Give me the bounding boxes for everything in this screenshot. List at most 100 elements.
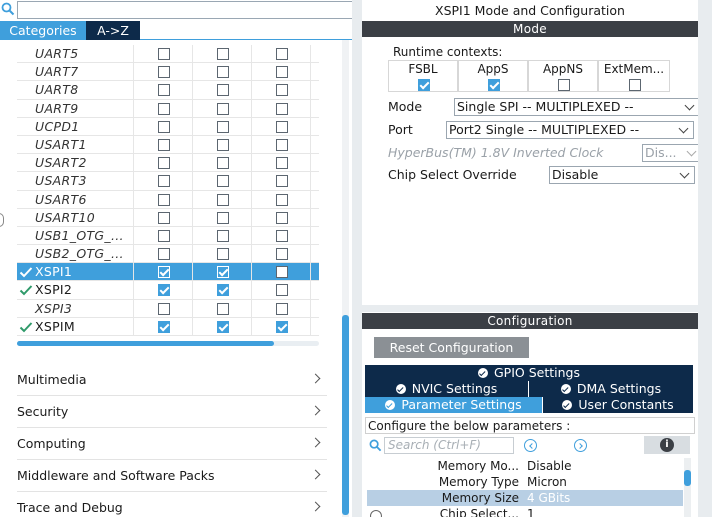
- parameter-row[interactable]: Memory Mo... Disable: [367, 458, 683, 474]
- tab-user-constants[interactable]: User Constants: [543, 397, 693, 413]
- parameter-row[interactable]: Memory Type Micron: [367, 474, 683, 490]
- context-checkbox[interactable]: [217, 320, 229, 333]
- context-checkbox[interactable]: [276, 102, 288, 115]
- context-checkbox[interactable]: [158, 120, 170, 133]
- context-checkbox[interactable]: [158, 284, 170, 297]
- pane-splitter[interactable]: [352, 0, 362, 517]
- context-checkbox[interactable]: [217, 84, 229, 97]
- context-checkbox[interactable]: [158, 266, 170, 279]
- context-checkbox[interactable]: [217, 284, 229, 297]
- context-checkbox[interactable]: [158, 193, 170, 206]
- category-row[interactable]: Middleware and Software Packs: [17, 460, 327, 492]
- field-select[interactable]: Port2 Single -- MULTIPLEXED --: [446, 121, 694, 139]
- context-checkbox[interactable]: [276, 157, 288, 170]
- context-checkbox[interactable]: [158, 302, 170, 315]
- context-checkbox[interactable]: [217, 229, 229, 242]
- context-checkbox[interactable]: [276, 138, 288, 151]
- context-checkbox[interactable]: [629, 79, 641, 91]
- context-checkbox[interactable]: [158, 102, 170, 115]
- context-checkbox[interactable]: [217, 102, 229, 115]
- category-row[interactable]: Computing: [17, 428, 327, 460]
- category-row[interactable]: Multimedia: [17, 364, 327, 396]
- category-row[interactable]: Trace and Debug: [17, 492, 327, 517]
- context-checkbox[interactable]: [217, 120, 229, 133]
- previous-match-icon[interactable]: [524, 439, 537, 452]
- scrollbar-thumb[interactable]: [17, 341, 274, 346]
- peripheral-row[interactable]: USART6: [17, 190, 319, 209]
- peripheral-row[interactable]: XSPI2: [17, 281, 319, 300]
- tab-gpio-settings[interactable]: GPIO Settings: [365, 365, 693, 381]
- peripheral-row[interactable]: UART8: [17, 81, 319, 100]
- context-checkbox[interactable]: [276, 48, 288, 60]
- peripheral-row[interactable]: XSPIM: [17, 317, 319, 336]
- context-checkbox[interactable]: [276, 120, 288, 133]
- context-checkbox[interactable]: [217, 211, 229, 224]
- context-checkbox[interactable]: [276, 248, 288, 261]
- parameter-row[interactable]: Chip Select... 1: [367, 506, 683, 517]
- context-checkbox[interactable]: [217, 48, 229, 60]
- peripheral-row[interactable]: USART1: [17, 135, 319, 155]
- tab-parameter-settings[interactable]: Parameter Settings: [365, 397, 542, 413]
- context-checkbox[interactable]: [217, 302, 229, 315]
- context-checkbox[interactable]: [217, 157, 229, 170]
- context-checkbox[interactable]: [158, 211, 170, 224]
- peripheral-row[interactable]: USART3: [17, 172, 319, 191]
- collapse-handle-icon[interactable]: [0, 213, 4, 227]
- vertical-scrollbar[interactable]: [342, 40, 349, 517]
- context-checkbox[interactable]: [158, 84, 170, 97]
- context-checkbox[interactable]: [276, 284, 288, 297]
- context-checkbox[interactable]: [276, 302, 288, 315]
- context-checkbox[interactable]: [158, 48, 170, 60]
- next-match-icon[interactable]: [574, 439, 587, 452]
- context-checkbox[interactable]: [217, 193, 229, 206]
- context-checkbox[interactable]: [217, 175, 229, 188]
- context-checkbox[interactable]: [276, 320, 288, 333]
- tab-dma-settings[interactable]: DMA Settings: [529, 381, 693, 397]
- peripheral-row[interactable]: UCPD1: [17, 117, 319, 136]
- context-checkbox[interactable]: [158, 66, 170, 79]
- context-checkbox[interactable]: [158, 229, 170, 242]
- field-select[interactable]: Single SPI -- MULTIPLEXED --: [454, 98, 700, 116]
- tab-categories[interactable]: Categories: [0, 21, 86, 40]
- info-button[interactable]: i: [644, 436, 690, 454]
- context-checkbox[interactable]: [158, 320, 170, 333]
- peripheral-row[interactable]: UART7: [17, 63, 319, 82]
- peripheral-row[interactable]: USB2_OTG_...: [17, 245, 319, 264]
- field-select[interactable]: Dis...: [642, 144, 702, 162]
- parameter-row[interactable]: Memory Size 4 GBits: [367, 490, 683, 506]
- context-checkbox[interactable]: [276, 229, 288, 242]
- tab-a-to-z[interactable]: A->Z: [86, 21, 140, 40]
- context-checkbox[interactable]: [276, 66, 288, 79]
- peripheral-row[interactable]: USART10: [17, 208, 319, 227]
- peripheral-row[interactable]: XSPI3: [17, 299, 319, 318]
- context-checkbox[interactable]: [276, 193, 288, 206]
- context-checkbox[interactable]: [418, 79, 430, 91]
- peripheral-row[interactable]: USB1_OTG_...: [17, 226, 319, 246]
- peripheral-row[interactable]: UART5: [17, 45, 319, 64]
- context-checkbox[interactable]: [276, 175, 288, 188]
- context-checkbox[interactable]: [217, 138, 229, 151]
- context-checkbox[interactable]: [276, 266, 288, 279]
- context-checkbox[interactable]: [276, 211, 288, 224]
- context-checkbox[interactable]: [276, 84, 288, 97]
- field-select[interactable]: Disable: [549, 166, 695, 184]
- peripheral-row[interactable]: UART9: [17, 99, 319, 118]
- parameter-search-input[interactable]: Search (Ctrl+F): [384, 437, 514, 454]
- section-splitter[interactable]: [362, 305, 698, 312]
- context-checkbox[interactable]: [217, 266, 229, 279]
- context-checkbox[interactable]: [158, 175, 170, 188]
- peripheral-row[interactable]: XSPI1: [17, 263, 319, 282]
- scrollbar-thumb[interactable]: [684, 470, 691, 486]
- horizontal-scrollbar[interactable]: [17, 341, 319, 346]
- context-checkbox[interactable]: [158, 248, 170, 261]
- context-checkbox[interactable]: [558, 79, 570, 91]
- context-checkbox[interactable]: [217, 66, 229, 79]
- context-checkbox[interactable]: [488, 79, 500, 91]
- context-checkbox[interactable]: [217, 248, 229, 261]
- context-checkbox[interactable]: [158, 157, 170, 170]
- parameter-scrollbar[interactable]: [684, 458, 691, 517]
- tab-nvic-settings[interactable]: NVIC Settings: [365, 381, 528, 397]
- expand-group-icon[interactable]: [370, 510, 382, 517]
- search-input[interactable]: [17, 1, 352, 19]
- scrollbar-thumb[interactable]: [342, 315, 349, 515]
